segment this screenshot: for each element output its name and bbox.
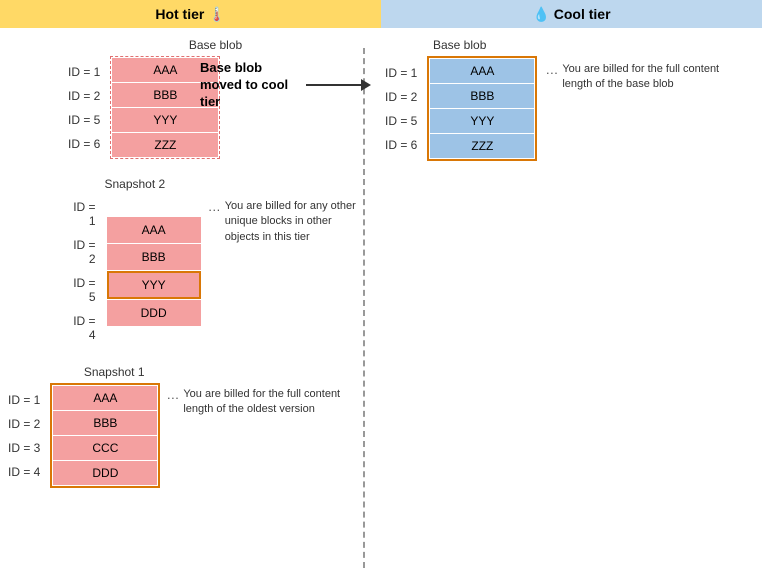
cool-side: Base blob ID = 1 ID = 2 ID = 5 ID = 6 AA… [365, 38, 754, 577]
snapshot1-id-col: ID = 1 ID = 2 ID = 3 ID = 4 [8, 388, 46, 484]
snap2-dots: … [208, 199, 221, 214]
snapshot2-annotation-wrapper: … You are billed for any other unique bl… [208, 199, 363, 245]
hot-tier-text: Hot tier [155, 6, 204, 22]
snapshot1-blocks-wrapper: AAA BBB CCC DDD [50, 383, 160, 488]
cool-blob-annotation-wrapper: … You are billed for the full content le… [545, 62, 722, 93]
thermometer-hot-icon: 🌡️ [208, 6, 225, 23]
arrow-shaft [306, 84, 361, 86]
cool-blob-annotation: You are billed for the full content leng… [562, 62, 722, 93]
droplet-icon: 💧 [532, 6, 549, 23]
cool-blob-id-col: ID = 1 ID = 2 ID = 5 ID = 6 [385, 61, 423, 157]
base-blob-hot-id-col: ID = 1 ID = 2 ID = 5 ID = 6 [68, 60, 106, 156]
snapshot2-section: Snapshot 2 ID = 1 ID = 2 ID = 5 ID = 4 A… [8, 177, 363, 347]
move-arrow-section: Base blob moved to cool tier [200, 60, 371, 111]
cool-tier-label: 💧 Cool tier [381, 0, 762, 28]
snapshot2-id-col: ID = 1 ID = 2 ID = 5 ID = 4 [68, 195, 102, 347]
cool-tier-text: Cool tier [554, 6, 611, 22]
hot-side: Base blob ID = 1 ID = 2 ID = 5 ID = 6 AA… [8, 38, 363, 577]
snapshot2-blocks: AAA BBB YYY DDD [106, 216, 202, 327]
arrow-graphic [306, 79, 371, 91]
main-content: Base blob ID = 1 ID = 2 ID = 5 ID = 6 AA… [0, 28, 762, 587]
base-blob-cool-title: Base blob [433, 38, 754, 52]
cool-blob-blocks-wrapper: AAA BBB YYY ZZZ [427, 56, 537, 161]
arrow-label: Base blob moved to cool tier [200, 60, 300, 111]
hot-tier-label: Hot tier 🌡️ [0, 0, 381, 28]
snapshot2-annotation: You are billed for any other unique bloc… [225, 199, 363, 245]
arrow-head-icon [361, 79, 371, 91]
base-blob-cool-section: Base blob ID = 1 ID = 2 ID = 5 ID = 6 AA… [385, 38, 754, 161]
snapshot2-title: Snapshot 2 [68, 177, 202, 191]
cool-dots: … [545, 62, 558, 77]
snapshot1-section: Snapshot 1 ID = 1 ID = 2 ID = 3 ID = 4 A… [8, 365, 363, 488]
header: Hot tier 🌡️ 💧 Cool tier [0, 0, 762, 28]
snap1-dots: … [166, 387, 179, 402]
snapshot1-annotation: You are billed for the full content leng… [183, 387, 343, 418]
snapshot1-annotation-wrapper: … You are billed for the full content le… [166, 387, 343, 418]
snapshot1-title: Snapshot 1 [68, 365, 160, 379]
base-blob-hot-title: Base blob [68, 38, 363, 52]
